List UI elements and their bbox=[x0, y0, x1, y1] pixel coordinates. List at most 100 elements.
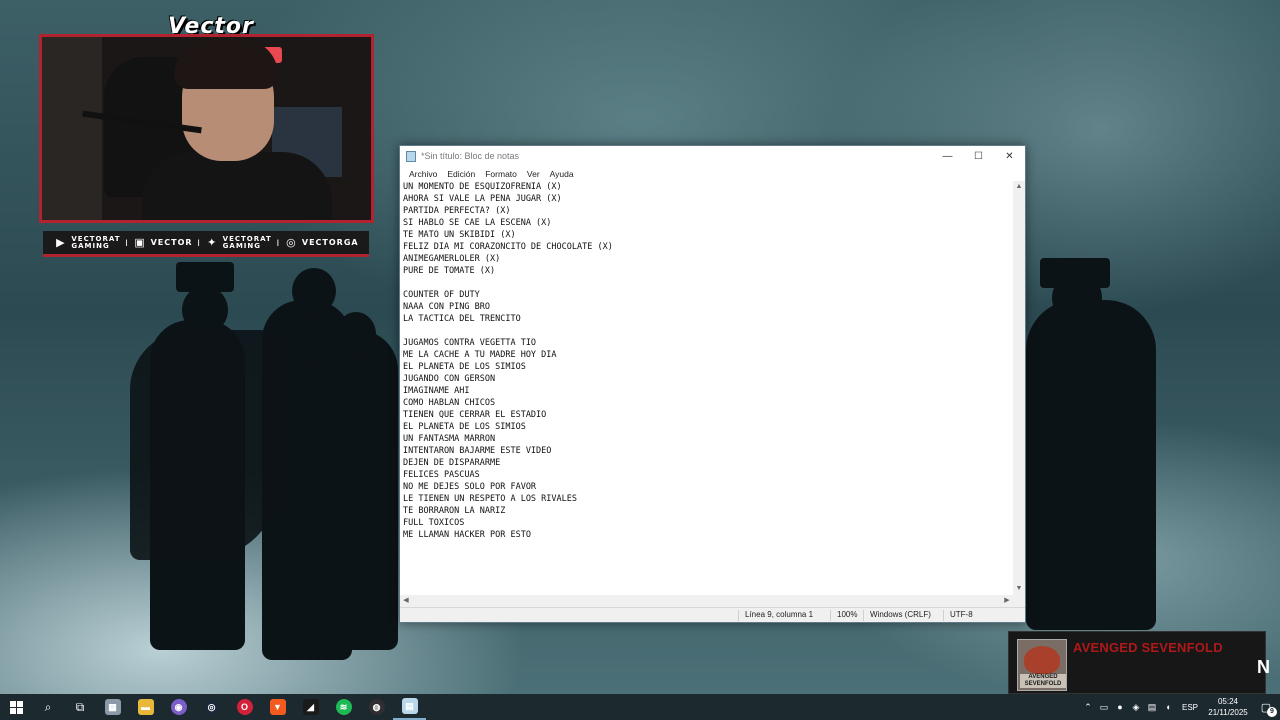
spotify-icon: ≋ bbox=[335, 699, 352, 715]
scroll-up-icon[interactable]: ▲ bbox=[1013, 181, 1025, 193]
taskbar-app-notepad[interactable]: ▤ bbox=[393, 694, 426, 720]
taskbar-app-steam[interactable]: ◎ bbox=[195, 694, 228, 720]
volume-icon[interactable]: ◖ bbox=[1160, 694, 1176, 720]
search-icon: ⌕ bbox=[44, 699, 52, 714]
text-line: UN MOMENTO DE ESQUIZOFRENIA (X) bbox=[403, 182, 562, 192]
text-line: JUGAMOS CONTRA VEGETTA TIO bbox=[403, 338, 537, 348]
task-view-icon: ⧉ bbox=[75, 699, 85, 714]
line-ending: Windows (CRLF) bbox=[863, 610, 943, 621]
racing-app-icon: ◢ bbox=[302, 699, 319, 715]
text-line: NO ME DEJES SOLO POR FAVOR bbox=[403, 482, 537, 492]
menu-archivo[interactable]: Archivo bbox=[404, 169, 442, 179]
menu-formato[interactable]: Formato bbox=[480, 169, 522, 179]
taskbar-app-brave[interactable]: ▼ bbox=[261, 694, 294, 720]
device-icon[interactable]: ▭ bbox=[1096, 694, 1112, 720]
wallpaper-wing bbox=[130, 330, 280, 560]
wallpaper-figure-head bbox=[336, 312, 376, 356]
system-tray: ⌃ ▭ ● ◈ ▤ ◖ ESP 05:24 21/11/2025 ▢ 9 bbox=[1080, 694, 1280, 720]
taskbar-app-obs[interactable]: ◍ bbox=[360, 694, 393, 720]
vertical-scrollbar[interactable]: ▲ ▼ bbox=[1013, 181, 1025, 595]
taskbar-app-file-manager[interactable]: ▦ bbox=[96, 694, 129, 720]
menu-bar: Archivo Edición Formato Ver Ayuda bbox=[400, 166, 1025, 181]
text-line: LA TACTICA DEL TRENCITO bbox=[403, 314, 521, 324]
taskbar-app-spotify[interactable]: ≋ bbox=[327, 694, 360, 720]
text-line: FELICES PASCUAS bbox=[403, 470, 480, 480]
text-line: AHORA SI VALE LA PENA JUGAR (X) bbox=[403, 194, 562, 204]
text-editor[interactable]: UN MOMENTO DE ESQUIZOFRENIA (X) AHORA SI … bbox=[400, 181, 1013, 595]
text-line: DEJEN DE DISPARARME bbox=[403, 458, 501, 468]
wallpaper-figure-head bbox=[292, 268, 336, 314]
text-line: IMAGINAME AHI bbox=[403, 386, 470, 396]
start-button[interactable] bbox=[0, 694, 32, 720]
zoom-level: 100% bbox=[830, 610, 863, 621]
separator: I bbox=[197, 237, 200, 248]
taskbar-app-folder[interactable]: ▬ bbox=[129, 694, 162, 720]
taskbar-app-opera[interactable]: O bbox=[228, 694, 261, 720]
notification-center-button[interactable]: ▢ 9 bbox=[1252, 694, 1280, 720]
social-youtube: ▶ VECTORAT GAMING bbox=[53, 234, 121, 250]
notepad-icon: ▤ bbox=[401, 698, 418, 714]
cursor-position: Línea 9, columna 1 bbox=[738, 610, 830, 621]
brave-icon: ▼ bbox=[269, 699, 286, 715]
wallpaper-figure bbox=[1026, 300, 1156, 630]
artist-name: AVENGED SEVENFOLD bbox=[1073, 640, 1223, 655]
scroll-left-icon[interactable]: ◀ bbox=[400, 595, 412, 607]
text-line: PURE DE TOMATE (X) bbox=[403, 266, 496, 276]
webcam-shelf bbox=[42, 37, 102, 220]
clock[interactable]: 05:24 21/11/2025 bbox=[1204, 696, 1252, 718]
scroll-down-icon[interactable]: ▼ bbox=[1013, 583, 1025, 595]
taskbar-apps: ▦ ▬ ◉ ◎ O ▼ ◢ ≋ ◍ ▤ bbox=[96, 694, 426, 720]
notepad-icon bbox=[406, 150, 416, 162]
text-line: TE MATO UN SKIBIDI (X) bbox=[403, 230, 516, 240]
wallpaper-figure bbox=[318, 330, 398, 650]
text-line: NAAA CON PING BRO bbox=[403, 302, 490, 312]
social-label: VECTORAT GAMING bbox=[222, 234, 272, 250]
taskbar-app-racing-app[interactable]: ◢ bbox=[294, 694, 327, 720]
text-line: JUGANDO CON GERSON bbox=[403, 374, 496, 384]
text-line: COMO HABLAN CHICOS bbox=[403, 398, 496, 408]
instagram-icon: ◎ bbox=[286, 237, 296, 249]
text-line: ME LLAMAN HACKER POR ESTO bbox=[403, 530, 531, 540]
social-twitch: ▣ VECTOR bbox=[133, 236, 193, 249]
window-titlebar[interactable]: *Sin título: Bloc de notas — ☐ ✕ bbox=[400, 146, 1025, 166]
text-line: EL PLANETA DE LOS SIMIOS bbox=[403, 362, 526, 372]
text-line bbox=[403, 277, 1010, 289]
microphone-icon[interactable]: ● bbox=[1112, 694, 1128, 720]
language-indicator[interactable]: ESP bbox=[1176, 703, 1204, 712]
discord-icon: ◉ bbox=[170, 699, 187, 715]
windows-icon bbox=[9, 700, 23, 714]
social-twitter: ✦ VECTORAT GAMING bbox=[205, 234, 272, 250]
close-button[interactable]: ✕ bbox=[994, 146, 1025, 166]
social-label: VECTORAT GAMING bbox=[71, 234, 121, 250]
menu-edicion[interactable]: Edición bbox=[442, 169, 480, 179]
separator: I bbox=[276, 237, 280, 248]
chevron-up-icon[interactable]: ⌃ bbox=[1080, 694, 1096, 720]
window-title: *Sin título: Bloc de notas bbox=[421, 151, 520, 161]
task-view-button[interactable]: ⧉ bbox=[64, 694, 96, 720]
menu-ayuda[interactable]: Ayuda bbox=[545, 169, 579, 179]
text-line: UN FANTASMA MARRON bbox=[403, 434, 496, 444]
separator: I bbox=[125, 237, 128, 248]
status-bar: Línea 9, columna 1 100% Windows (CRLF) U… bbox=[400, 607, 1025, 622]
taskbar: ⌕ ⧉ ▦ ▬ ◉ ◎ O ▼ ◢ ≋ ◍ ▤ ⌃ ▭ ● ◈ ▤ ◖ ESP 05:24 21/… bbox=[0, 694, 1280, 720]
folder-icon: ▬ bbox=[137, 699, 154, 715]
text-line: LE TIENEN UN RESPETO A LOS RIVALES bbox=[403, 494, 577, 504]
notepad-window[interactable]: *Sin título: Bloc de notas — ☐ ✕ Archivo… bbox=[399, 145, 1026, 623]
text-line: FULL TOXICOS bbox=[403, 518, 465, 528]
menu-ver[interactable]: Ver bbox=[522, 169, 545, 179]
scroll-right-icon[interactable]: ▶ bbox=[1001, 595, 1013, 607]
social-label: VECTOR bbox=[150, 238, 193, 247]
twitch-icon: ▣ bbox=[134, 237, 145, 249]
security-icon[interactable]: ◈ bbox=[1128, 694, 1144, 720]
editor-area: UN MOMENTO DE ESQUIZOFRENIA (X) AHORA SI … bbox=[400, 181, 1025, 607]
wallpaper-figure-head bbox=[182, 286, 228, 334]
network-icon[interactable]: ▤ bbox=[1144, 694, 1160, 720]
search-button[interactable]: ⌕ bbox=[32, 694, 64, 720]
social-instagram: ◎ VECTORGA bbox=[284, 236, 359, 249]
minimize-button[interactable]: — bbox=[932, 146, 963, 166]
horizontal-scrollbar[interactable]: ◀ ▶ bbox=[400, 595, 1013, 607]
wallpaper-figure-hat bbox=[1040, 258, 1110, 288]
webcam-person-hair bbox=[174, 39, 278, 89]
maximize-button[interactable]: ☐ bbox=[963, 146, 994, 166]
taskbar-app-discord[interactable]: ◉ bbox=[162, 694, 195, 720]
